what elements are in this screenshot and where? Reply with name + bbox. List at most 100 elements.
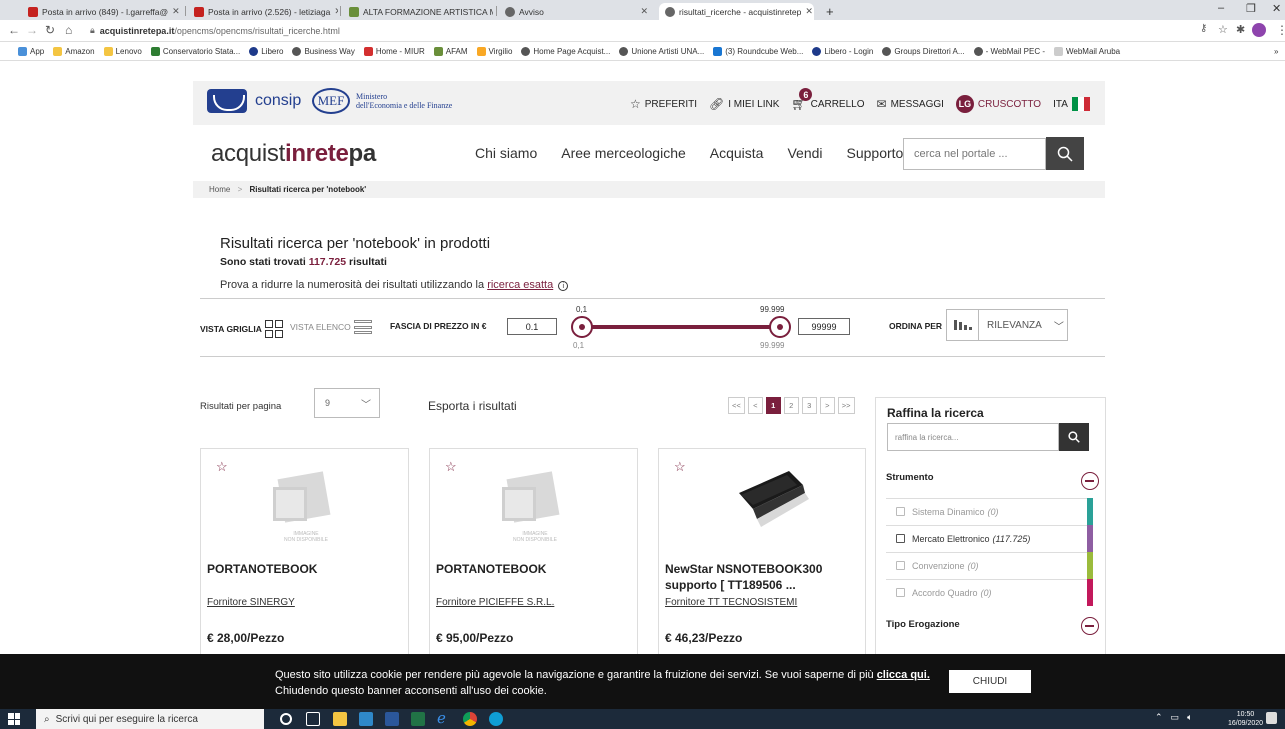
menu-icon[interactable]: ⋮: [1276, 23, 1285, 37]
bookmark-acquist[interactable]: Home Page Acquist...: [521, 46, 610, 56]
taskbar-search[interactable]: ⌕ Scrivi qui per eseguire la ricerca: [36, 709, 264, 729]
windows-start-icon[interactable]: [8, 713, 20, 725]
chrome-icon[interactable]: [463, 712, 477, 726]
bookmark-virgilio[interactable]: Virgilio: [476, 46, 512, 56]
edge-icon[interactable]: [489, 712, 503, 726]
filter-sistema-dinamico[interactable]: Sistema Dinamico (0): [886, 498, 1087, 524]
new-tab-button[interactable]: +: [820, 3, 840, 20]
mef-logo[interactable]: MEF Ministero dell'Economia e delle Finan…: [312, 88, 452, 114]
price-range-track[interactable]: [580, 325, 780, 329]
bookmark-roundcube[interactable]: (3) Roundcube Web...: [713, 46, 803, 56]
close-icon[interactable]: ✕: [168, 6, 180, 17]
carrello-link[interactable]: 🛒︎ 6 CARRELLO: [791, 88, 865, 111]
favorite-star-icon[interactable]: ☆: [216, 459, 228, 475]
language-selector[interactable]: ITA: [1053, 97, 1090, 111]
checkbox[interactable]: [896, 561, 905, 570]
bookmark-miur[interactable]: Home - MIUR: [363, 46, 425, 56]
task-view-icon[interactable]: [306, 712, 320, 726]
close-icon[interactable]: ✕: [330, 6, 338, 17]
checkbox[interactable]: [896, 534, 905, 543]
preferiti-link[interactable]: ☆ PREFERITI: [630, 97, 697, 111]
nav-acquista[interactable]: Acquista: [710, 145, 764, 161]
bookmark-conservatorio[interactable]: Conservatorio Stata...: [150, 46, 240, 56]
checkbox[interactable]: [896, 507, 905, 516]
close-icon[interactable]: ✕: [636, 6, 648, 17]
portal-search-button[interactable]: [1046, 137, 1084, 170]
sort-select[interactable]: RILEVANZA ﹀: [946, 309, 1068, 341]
supplier-link[interactable]: Fornitore TT TECNOSISTEMI: [665, 597, 797, 608]
nav-chi-siamo[interactable]: Chi siamo: [475, 145, 537, 161]
close-icon[interactable]: ✕: [801, 6, 813, 17]
nav-aree-merceologiche[interactable]: Aree merceologiche: [561, 145, 686, 161]
bookmark-webmail-aruba[interactable]: WebMail Aruba: [1053, 46, 1120, 56]
page-2[interactable]: 2: [783, 397, 799, 414]
portal-search-input[interactable]: cerca nel portale ...: [903, 138, 1046, 170]
bookmark-unione-artisti[interactable]: Unione Artisti UNA...: [619, 46, 704, 56]
price-range-max-handle[interactable]: [769, 316, 791, 338]
collapse-tipo-erogazione-icon[interactable]: [1081, 617, 1099, 635]
price-min-input[interactable]: 0.1: [507, 318, 557, 335]
tab-alta-formazione[interactable]: ALTA FORMAZIONE ARTISTICA M✕: [343, 3, 493, 20]
url-field[interactable]: 🔒︎ acquistinretepa.it/opencms/opencms/ri…: [90, 22, 1200, 39]
vista-elenco-toggle[interactable]: VISTA ELENCO: [290, 320, 372, 334]
price-range-min-handle[interactable]: [571, 316, 593, 338]
close-window-icon[interactable]: ✕: [1272, 2, 1281, 15]
consip-logo[interactable]: consip: [207, 89, 301, 113]
results-per-page-select[interactable]: 9 ﹀: [314, 388, 380, 418]
checkbox[interactable]: [896, 588, 905, 597]
excel-icon[interactable]: [411, 712, 425, 726]
vista-griglia-toggle[interactable]: VISTA GRIGLIA: [200, 320, 283, 338]
bookmark-libero-login[interactable]: Libero - Login: [812, 46, 873, 56]
back-icon[interactable]: ←: [8, 23, 20, 37]
product-name[interactable]: PORTANOTEBOOK: [207, 561, 407, 577]
bookmark-app[interactable]: App: [18, 46, 44, 56]
refine-search-button[interactable]: [1059, 423, 1089, 451]
supplier-link[interactable]: Fornitore PICIEFFE S.R.L.: [436, 597, 554, 608]
extensions-icon[interactable]: ✱: [1236, 23, 1245, 36]
bookmarks-overflow[interactable]: »: [1274, 47, 1278, 56]
filter-convenzione[interactable]: Convenzione (0): [886, 552, 1087, 578]
file-explorer-icon[interactable]: [333, 712, 347, 726]
refine-search-input[interactable]: raffina la ricerca...: [887, 423, 1059, 451]
breadcrumb-home[interactable]: Home: [209, 185, 230, 194]
chevron-up-icon[interactable]: ⌃: [1155, 712, 1163, 723]
ie-icon[interactable]: ℯ: [437, 709, 451, 727]
product-name[interactable]: NewStar NSNOTEBOOK300 supporto [ TT18950…: [665, 561, 865, 593]
product-card[interactable]: ☆ IMMAGINE NON DISPONIBILE PORTANOTEBOOK …: [429, 448, 638, 658]
clock[interactable]: 10:50 16/09/2020: [1228, 710, 1263, 728]
page-first[interactable]: <<: [728, 397, 745, 414]
page-1[interactable]: 1: [765, 397, 781, 414]
miei-link-link[interactable]: 🔗︎ I MIEI LINK: [709, 97, 779, 111]
tab-posta-2526[interactable]: Posta in arrivo (2.526) - letiziaga✕: [188, 3, 338, 20]
maximize-icon[interactable]: ❐: [1246, 2, 1256, 15]
bookmark-libero[interactable]: Libero: [249, 46, 283, 56]
mail-app-icon[interactable]: [359, 712, 373, 726]
filter-mercato-elettronico[interactable]: Mercato Elettronico (117.725): [886, 525, 1087, 551]
tab-avviso[interactable]: Avviso ✕: [499, 3, 654, 20]
cruscotto-link[interactable]: LG CRUSCOTTO: [955, 95, 1041, 113]
volume-icon[interactable]: 🔈︎: [1187, 712, 1192, 723]
acquistinretepa-logo[interactable]: acquistinretepa: [211, 140, 376, 168]
messaggi-link[interactable]: ✉ MESSAGGI: [877, 97, 944, 111]
key-icon[interactable]: ⚷: [1200, 23, 1207, 34]
page-next[interactable]: >: [819, 397, 835, 414]
bookmark-webmail-pec[interactable]: - WebMail PEC -: [973, 46, 1045, 56]
filter-accordo-quadro[interactable]: Accordo Quadro (0): [886, 579, 1087, 605]
nav-vendi[interactable]: Vendi: [787, 145, 822, 161]
bookmark-star-icon[interactable]: ☆: [1218, 23, 1228, 36]
profile-avatar[interactable]: [1252, 23, 1266, 37]
cookie-close-button[interactable]: CHIUDI: [949, 670, 1031, 693]
bookmark-business-way[interactable]: Business Way: [292, 46, 355, 56]
price-max-input[interactable]: 99999: [798, 318, 850, 335]
reload-icon[interactable]: ↻: [45, 23, 55, 37]
cortana-icon[interactable]: [280, 713, 292, 725]
network-icon[interactable]: ▭: [1171, 712, 1180, 723]
info-icon[interactable]: i: [558, 281, 569, 291]
bookmark-groups[interactable]: Groups Direttori A...: [882, 46, 965, 56]
bookmark-afam[interactable]: AFAM: [433, 46, 468, 56]
esporta-risultati-link[interactable]: Esporta i risultati: [428, 399, 517, 413]
collapse-strumento-icon[interactable]: [1081, 472, 1099, 490]
bookmark-amazon[interactable]: Amazon: [53, 46, 95, 56]
favorite-star-icon[interactable]: ☆: [445, 459, 457, 475]
product-name[interactable]: PORTANOTEBOOK: [436, 561, 636, 577]
